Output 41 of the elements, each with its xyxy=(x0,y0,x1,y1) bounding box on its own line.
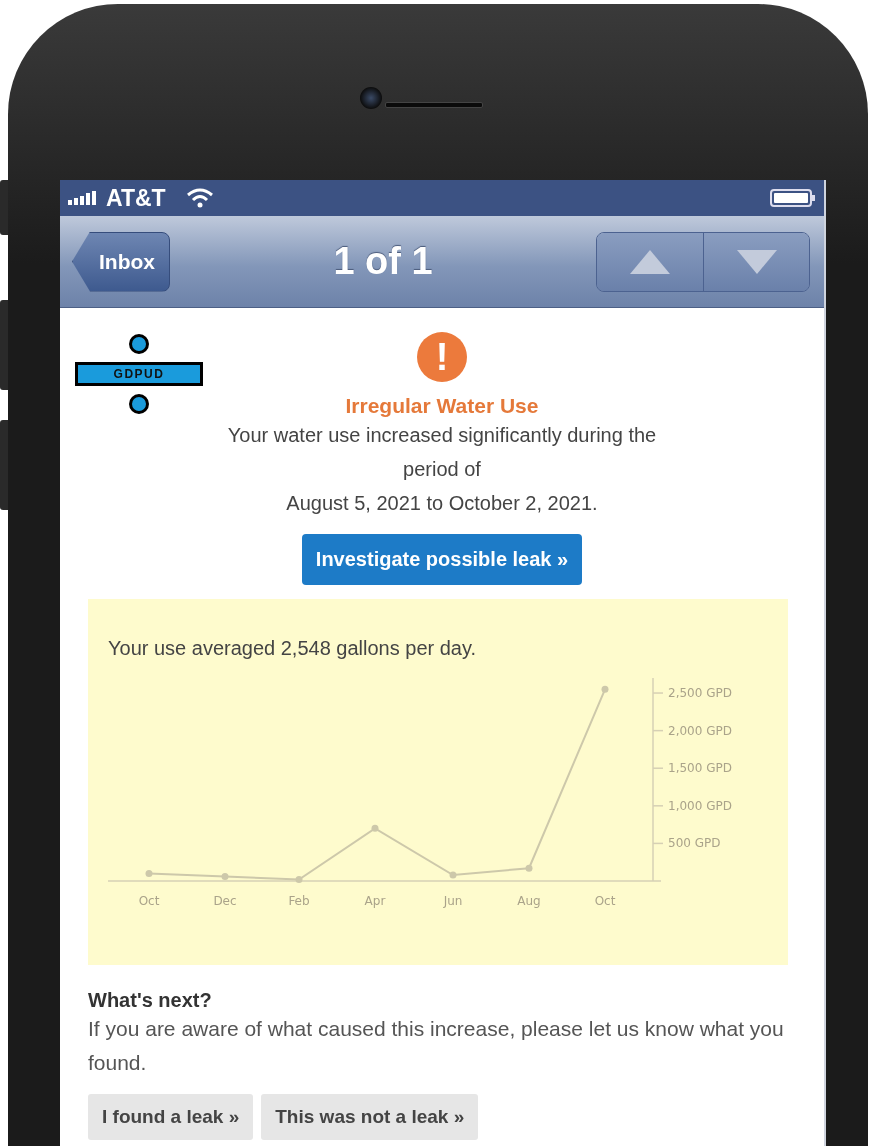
data-point xyxy=(601,685,609,693)
message-counter: 1 of 1 xyxy=(332,240,434,283)
warning-icon: ! xyxy=(417,332,467,382)
carrier-name: AT&T xyxy=(106,184,166,212)
wifi-icon xyxy=(185,188,214,208)
alert-message: August 5, 2021 to October 2, 2021. xyxy=(286,491,598,516)
x-tick-label: Aug xyxy=(517,894,541,908)
alert-title: Irregular Water Use xyxy=(345,394,539,418)
y-tick-label: 1,500 GPD xyxy=(668,761,732,776)
x-tick-label: Apr xyxy=(364,894,386,908)
data-point xyxy=(295,876,303,883)
data-point xyxy=(449,871,457,879)
usage-summary: Your use averaged 2,548 gallons per day. xyxy=(108,637,478,660)
y-tick-label: 1,000 GPD xyxy=(668,798,732,813)
data-point xyxy=(371,824,379,832)
x-tick-label: Oct xyxy=(138,894,160,908)
section-heading: What's next? xyxy=(88,989,213,1012)
up-triangle-icon xyxy=(629,248,671,275)
data-point xyxy=(525,864,533,872)
x-tick-label: Jun xyxy=(443,894,463,908)
y-tick-label: 2,000 GPD xyxy=(668,723,732,738)
x-tick-label: Dec xyxy=(213,894,237,908)
y-tick-label: 500 GPD xyxy=(668,836,721,851)
camera-icon xyxy=(360,87,382,109)
battery-icon xyxy=(770,189,816,207)
data-point xyxy=(221,873,229,880)
data-point xyxy=(145,870,153,877)
investigate-button[interactable]: Investigate possible leak » xyxy=(301,534,583,585)
alert-message: period of xyxy=(403,457,481,482)
response-button[interactable]: This was not a leak » xyxy=(261,1094,479,1140)
logo: GDPUD xyxy=(75,334,203,414)
inbox-back-button[interactable]: Inbox xyxy=(72,231,170,292)
alert-message: Your water use increased significantly during the xyxy=(227,423,657,448)
down-triangle-icon xyxy=(735,248,778,275)
x-tick-label: Feb xyxy=(288,894,310,908)
section-text: If you are aware of what caused this increase, please let us know what you found. xyxy=(88,1016,785,1076)
next-button[interactable] xyxy=(703,232,809,291)
x-tick-label: Oct xyxy=(594,894,616,908)
y-tick-label: 2,500 GPD xyxy=(668,686,732,701)
response-button[interactable]: I found a leak » xyxy=(88,1094,254,1140)
previous-button[interactable] xyxy=(597,232,703,291)
